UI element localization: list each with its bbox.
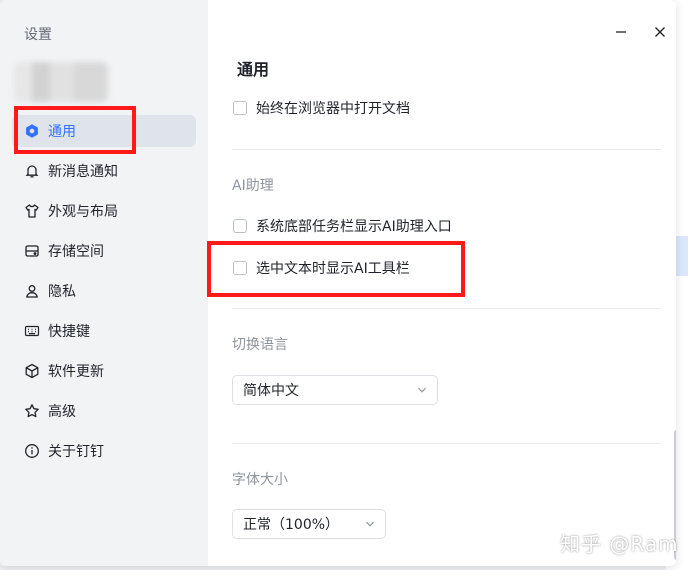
close-button[interactable] — [650, 22, 670, 42]
sidebar-item-label: 隐私 — [48, 284, 76, 300]
sidebar-item-label: 软件更新 — [48, 364, 104, 380]
bell-icon — [24, 163, 40, 179]
sidebar-item-updates[interactable]: 软件更新 — [12, 355, 196, 387]
sidebar-item-general[interactable]: 通用 — [12, 115, 196, 147]
ai-taskbar-entry-label: 系统底部任务栏显示AI助理入口 — [256, 219, 452, 235]
font-size-select[interactable]: 正常（100%） — [232, 509, 386, 539]
cube-icon — [24, 363, 40, 379]
shirt-icon — [24, 203, 40, 219]
minimize-icon — [616, 31, 626, 33]
chevron-down-icon — [366, 521, 374, 527]
star-icon — [24, 403, 40, 419]
divider — [232, 443, 661, 444]
settings-dialog: 设置 通用 新消息通知 外观与布局 存储空间 隐私 快捷键 软件更新 高级 关于… — [0, 0, 676, 566]
sidebar-item-privacy[interactable]: 隐私 — [12, 275, 196, 307]
sidebar-item-notifications[interactable]: 新消息通知 — [12, 155, 196, 187]
ai-taskbar-entry-option[interactable]: 系统底部任务栏显示AI助理入口 — [233, 216, 452, 236]
sidebar-item-label: 新消息通知 — [48, 164, 118, 180]
sidebar-item-label: 外观与布局 — [48, 204, 118, 220]
page-title: 通用 — [237, 60, 270, 79]
settings-content: 通用 始终在浏览器中打开文档 AI助理 系统底部任务栏显示AI助理入口 选中文本… — [208, 0, 676, 566]
ai-taskbar-entry-checkbox[interactable] — [233, 219, 247, 233]
ai-selection-toolbar-option[interactable]: 选中文本时显示AI工具栏 — [233, 258, 410, 278]
settings-sidebar: 设置 通用 新消息通知 外观与布局 存储空间 隐私 快捷键 软件更新 高级 关于… — [0, 0, 208, 566]
drive-icon — [24, 243, 40, 259]
sidebar-item-label: 快捷键 — [48, 324, 90, 340]
sidebar-item-appearance[interactable]: 外观与布局 — [12, 195, 196, 227]
user-icon — [24, 283, 40, 299]
keyboard-icon — [24, 323, 40, 339]
ai-section-label: AI助理 — [232, 178, 274, 194]
blurred-user-info — [14, 62, 108, 102]
close-icon — [655, 27, 665, 37]
watermark-text: 知乎 @Ram — [560, 532, 679, 556]
font-size-section-label: 字体大小 — [232, 472, 288, 488]
sidebar-item-shortcuts[interactable]: 快捷键 — [12, 315, 196, 347]
sidebar-title: 设置 — [24, 27, 52, 43]
sidebar-item-label: 高级 — [48, 404, 76, 420]
chevron-down-icon — [418, 387, 426, 393]
language-select[interactable]: 简体中文 — [232, 375, 438, 405]
ai-selection-toolbar-label: 选中文本时显示AI工具栏 — [256, 261, 410, 277]
info-icon — [24, 443, 40, 459]
sidebar-item-label: 关于钉钉 — [48, 444, 104, 460]
open-in-browser-label: 始终在浏览器中打开文档 — [256, 101, 410, 117]
language-section-label: 切换语言 — [232, 337, 288, 353]
open-in-browser-option[interactable]: 始终在浏览器中打开文档 — [233, 98, 410, 118]
settings-nav: 通用 新消息通知 外观与布局 存储空间 隐私 快捷键 软件更新 高级 关于钉钉 — [12, 115, 196, 475]
divider — [232, 308, 661, 309]
sidebar-item-label: 通用 — [48, 124, 76, 140]
font-size-select-value: 正常（100%） — [243, 517, 340, 533]
sidebar-item-about[interactable]: 关于钉钉 — [12, 435, 196, 467]
ai-selection-toolbar-checkbox[interactable] — [233, 261, 247, 275]
minimize-button[interactable] — [611, 22, 631, 42]
sidebar-item-advanced[interactable]: 高级 — [12, 395, 196, 427]
sidebar-item-label: 存储空间 — [48, 244, 104, 260]
gear-icon — [24, 123, 40, 139]
sidebar-item-storage[interactable]: 存储空间 — [12, 235, 196, 267]
language-select-value: 简体中文 — [243, 383, 299, 399]
divider — [232, 149, 661, 150]
open-in-browser-checkbox[interactable] — [233, 101, 247, 115]
